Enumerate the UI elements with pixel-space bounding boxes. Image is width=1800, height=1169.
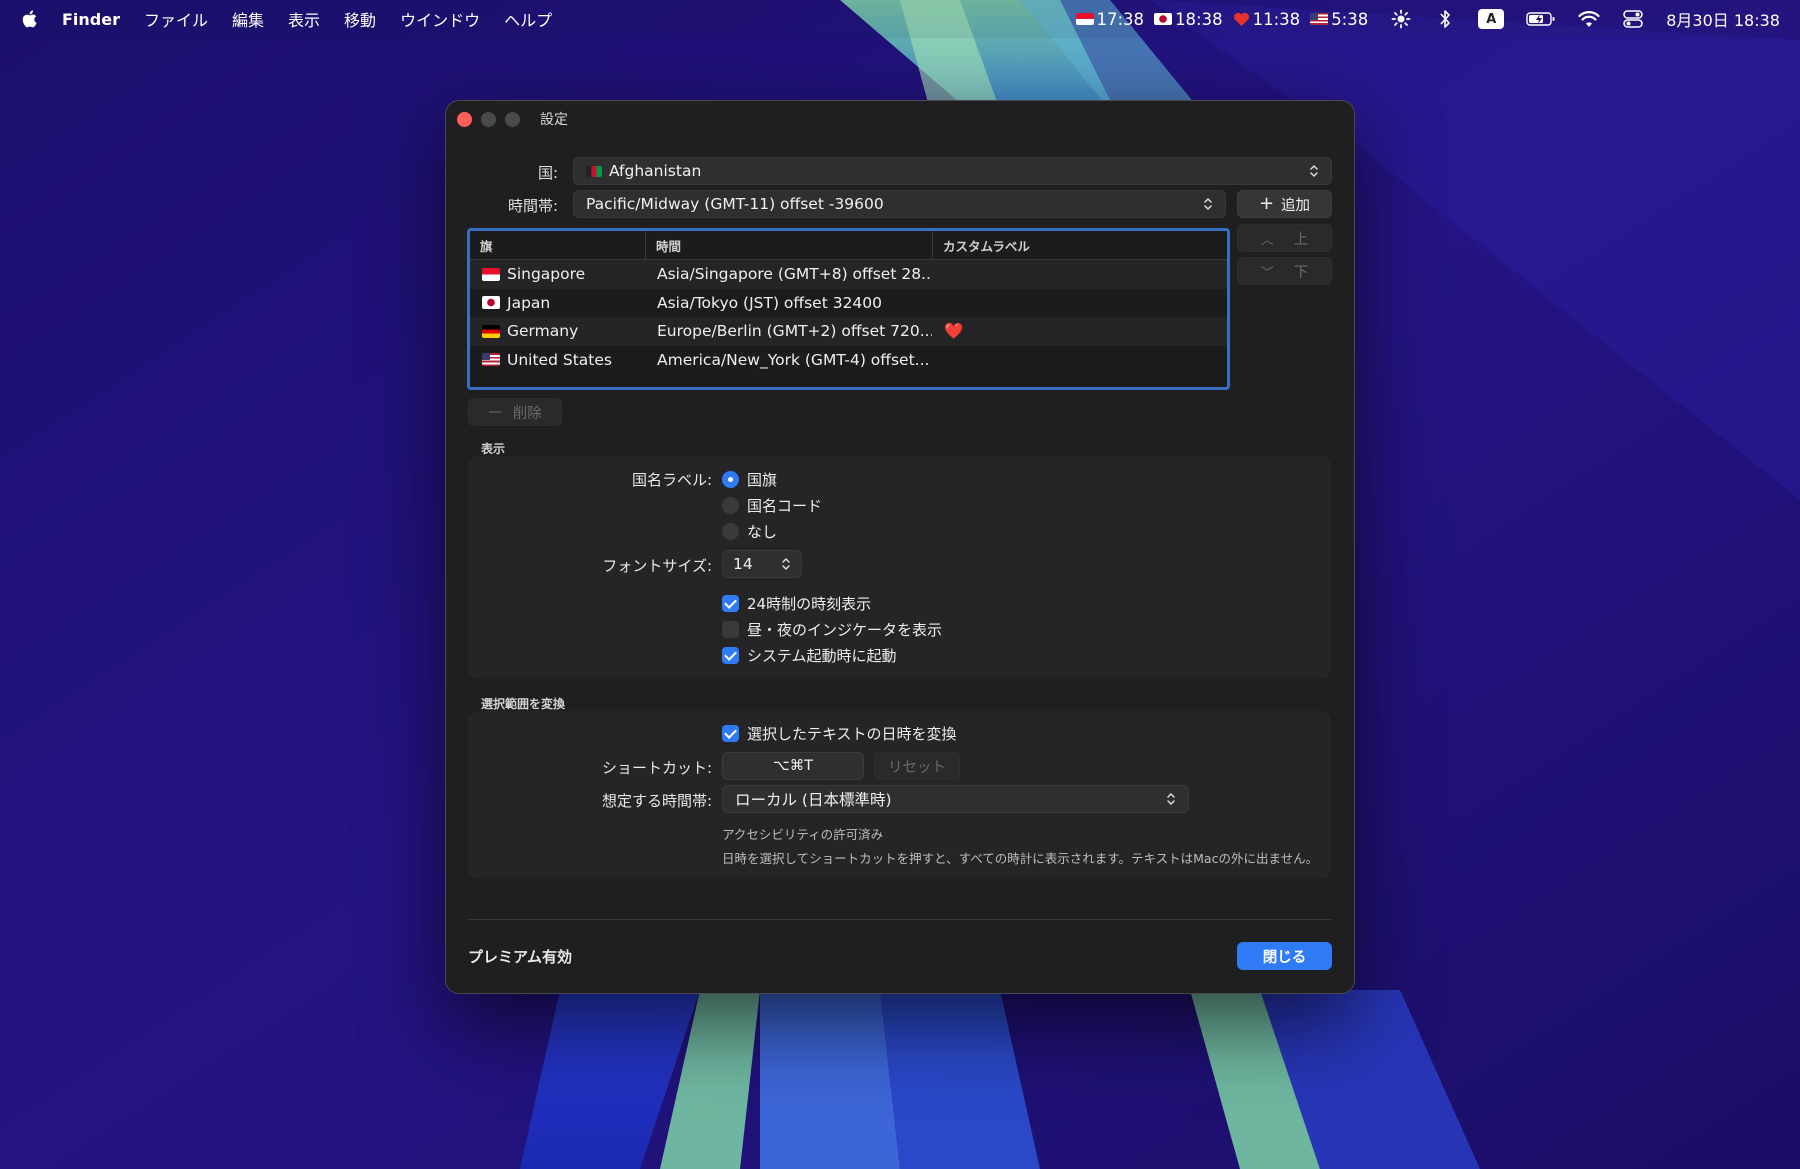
convert-section-title: 選択範囲を変換 <box>481 697 566 711</box>
minimize-window-button[interactable] <box>481 111 496 127</box>
move-up-button[interactable]: ︿ 上 <box>1237 224 1332 252</box>
table-row[interactable]: Japan Asia/Tokyo (JST) offset 32400 <box>470 289 1227 318</box>
radio-none[interactable]: なし <box>722 521 777 542</box>
row-time: America/New_York (GMT-4) offset... <box>657 350 930 369</box>
wifi-icon[interactable] <box>1578 9 1600 29</box>
us-flag-icon <box>1310 13 1329 25</box>
radio-flag[interactable]: 国旗 <box>722 469 777 490</box>
minus-icon: — <box>488 404 503 420</box>
input-source-icon[interactable]: A <box>1478 9 1505 29</box>
chevron-updown-icon <box>1204 198 1212 210</box>
menu-window[interactable]: ウインドウ <box>400 7 480 31</box>
bluetooth-icon[interactable] <box>1434 9 1456 29</box>
menu-go[interactable]: 移動 <box>344 7 376 31</box>
row-label: ❤️ <box>932 322 1227 340</box>
settings-window: 設定 国: Afghanistan 時間帯: Pacific/Midway (G… <box>445 100 1355 994</box>
checkbox <box>722 725 739 742</box>
table-header: 旗 時間 カスタムラベル <box>470 231 1227 260</box>
clock-list-table[interactable]: 旗 時間 カスタムラベル Singapore Asia/Singapore (G… <box>467 228 1230 390</box>
checkbox-24-hour[interactable]: 24時制の時刻表示 <box>722 593 871 614</box>
timezone-label: 時間帯: <box>507 197 558 215</box>
row-time: Asia/Tokyo (JST) offset 32400 <box>657 293 883 312</box>
window-title: 設定 <box>540 112 568 128</box>
delete-button[interactable]: — 削除 <box>468 398 562 426</box>
country-popup[interactable]: Afghanistan <box>573 157 1332 185</box>
menu-bar: Finder ファイル 編集 表示 移動 ウインドウ ヘルプ 17:38 18:… <box>0 0 1800 38</box>
checkbox-day-night-indicator[interactable]: 昼・夜のインジケータを表示 <box>722 619 942 640</box>
clock-singapore: 17:38 <box>1075 10 1144 29</box>
radio-button <box>722 471 739 488</box>
move-down-button[interactable]: ﹀ 下 <box>1237 257 1332 285</box>
menu-app-name[interactable]: Finder <box>62 10 120 29</box>
radio-button <box>722 523 739 540</box>
us-flag-icon <box>482 353 500 367</box>
add-button[interactable]: + 追加 <box>1237 190 1332 218</box>
chevron-updown-icon <box>782 558 790 570</box>
menu-view[interactable]: 表示 <box>288 7 320 31</box>
singapore-flag-icon <box>1075 13 1094 25</box>
footer-divider <box>468 919 1331 920</box>
close-button[interactable]: 閉じる <box>1237 942 1332 970</box>
chevron-up-icon: ︿ <box>1260 232 1274 248</box>
world-clock-menu[interactable]: 17:38 18:38 11:38 5:38 <box>1075 10 1368 29</box>
heart-icon: ❤️ <box>944 322 964 341</box>
shortcut-recorder[interactable]: ⌥⌘T <box>722 752 864 780</box>
row-time: Asia/Singapore (GMT+8) offset 28... <box>657 265 932 284</box>
clock-heart: 11:38 <box>1233 10 1300 29</box>
radio-country-code[interactable]: 国名コード <box>722 495 822 516</box>
menu-edit[interactable]: 編集 <box>232 7 264 31</box>
plus-icon: + <box>1258 193 1275 214</box>
premium-status: プレミアム有効 <box>468 948 572 966</box>
convert-description: 日時を選択してショートカットを押すと、すべての時計に表示されます。テキストはMa… <box>722 851 1319 866</box>
checkbox <box>722 647 739 664</box>
assumed-timezone-popup[interactable]: ローカル (日本標準時) <box>722 785 1189 813</box>
radio-button <box>722 497 739 514</box>
shortcut-label: ショートカット: <box>601 759 712 777</box>
table-row[interactable]: Singapore Asia/Singapore (GMT+8) offset … <box>470 260 1227 289</box>
heart-icon <box>1233 12 1249 26</box>
menu-help[interactable]: ヘルプ <box>504 7 552 31</box>
control-center-icon[interactable] <box>1622 9 1644 29</box>
country-label-option-label: 国名ラベル: <box>631 471 712 489</box>
font-size-stepper[interactable]: 14 <box>722 550 802 578</box>
close-window-button[interactable] <box>457 111 472 127</box>
table-row[interactable]: Germany Europe/Berlin (GMT+2) offset 720… <box>470 317 1227 346</box>
singapore-flag-icon <box>482 267 500 281</box>
title-bar: 設定 <box>446 101 1354 137</box>
column-time[interactable]: 時間 <box>645 231 932 259</box>
column-custom-label[interactable]: カスタムラベル <box>932 231 1227 259</box>
clock-japan: 18:38 <box>1154 10 1223 29</box>
chevron-updown-icon <box>1167 793 1175 805</box>
table-row[interactable]: United States America/New_York (GMT-4) o… <box>470 346 1227 375</box>
font-size-label: フォントサイズ: <box>602 557 712 575</box>
reset-shortcut-button[interactable]: リセット <box>874 752 960 780</box>
checkbox-convert-selection[interactable]: 選択したテキストの日時を変換 <box>722 723 957 744</box>
menubar-datetime[interactable]: 8月30日 18:38 <box>1666 7 1780 31</box>
brightness-icon[interactable] <box>1390 9 1412 29</box>
assumed-timezone-label: 想定する時間帯: <box>601 792 712 810</box>
column-flag[interactable]: 旗 <box>470 231 645 259</box>
clock-united-states: 5:38 <box>1310 10 1368 29</box>
checkbox-launch-at-login[interactable]: システム起動時に起動 <box>722 645 897 666</box>
chevron-updown-icon <box>1310 165 1318 177</box>
table-body: Singapore Asia/Singapore (GMT+8) offset … <box>470 260 1227 374</box>
menu-file[interactable]: ファイル <box>144 7 208 31</box>
row-time: Europe/Berlin (GMT+2) offset 720... <box>657 322 932 341</box>
checkbox <box>722 595 739 612</box>
checkbox <box>722 621 739 638</box>
germany-flag-icon <box>482 324 500 338</box>
afghanistan-flag-icon <box>586 165 602 177</box>
country-label: 国: <box>537 164 558 182</box>
apple-icon[interactable] <box>20 9 38 29</box>
chevron-down-icon: ﹀ <box>1260 265 1274 281</box>
japan-flag-icon <box>482 296 500 310</box>
battery-icon[interactable] <box>1526 9 1556 29</box>
timezone-popup[interactable]: Pacific/Midway (GMT-11) offset -39600 <box>573 190 1226 218</box>
accessibility-status: アクセシビリティの許可済み <box>722 827 884 842</box>
display-section-title: 表示 <box>481 442 506 456</box>
zoom-window-button[interactable] <box>505 111 520 127</box>
japan-flag-icon <box>1154 13 1173 25</box>
